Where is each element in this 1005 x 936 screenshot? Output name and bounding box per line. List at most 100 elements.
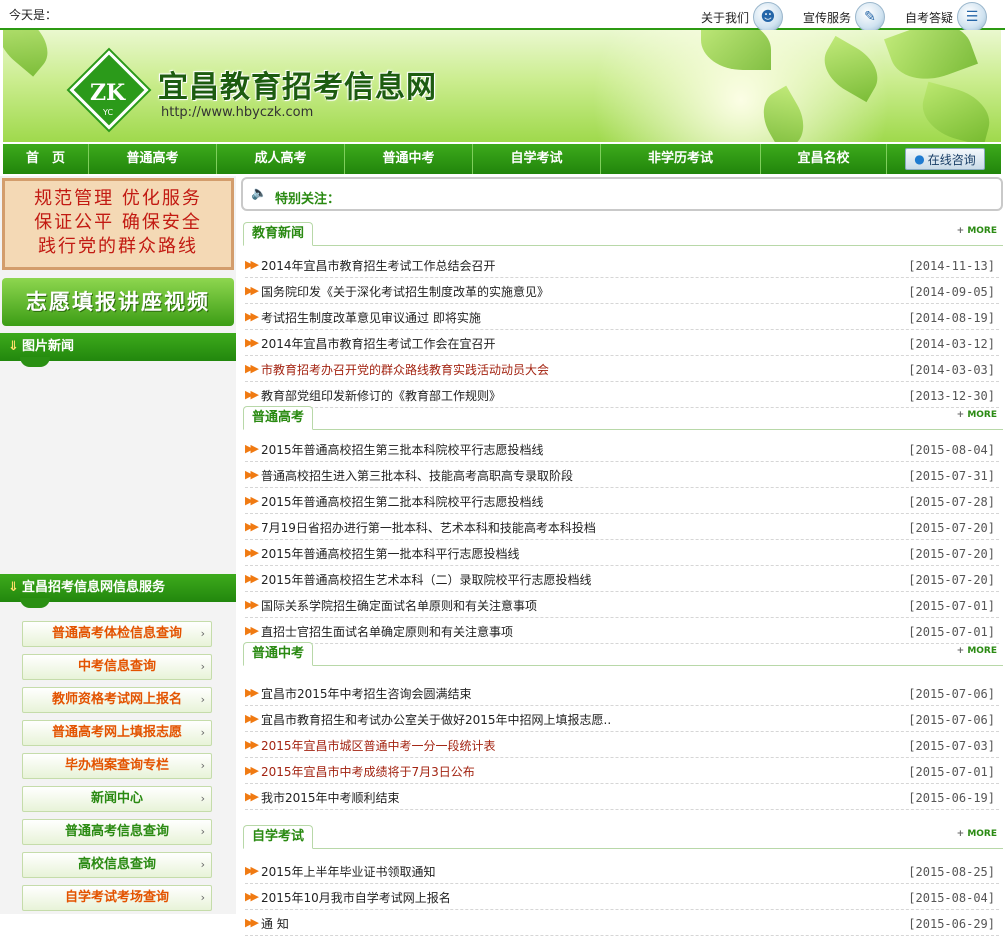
news-title-link[interactable]: 2015年普通高校招生第三批本科院校平行志愿投档线 bbox=[261, 441, 544, 458]
double-arrow-icon: ▶▶ bbox=[245, 336, 259, 349]
more-link[interactable]: + MORE bbox=[957, 226, 997, 236]
news-date: [2014-09-05] bbox=[908, 285, 995, 299]
double-arrow-icon: ▶▶ bbox=[245, 712, 259, 725]
volunteer-video-button[interactable]: 志愿填报讲座视频 bbox=[2, 278, 234, 326]
service-link[interactable]: 毕办档案查询专栏 › bbox=[22, 753, 212, 779]
news-title-link[interactable]: 宜昌市教育招生和考试办公室关于做好2015年中招网上填报志愿.. bbox=[261, 711, 611, 728]
chevron-right-icon: › bbox=[200, 759, 205, 772]
about-us-link[interactable]: 关于我们 ☻ bbox=[701, 2, 783, 32]
news-title-link[interactable]: 2015年宜昌市中考成绩将于7月3日公布 bbox=[261, 763, 475, 780]
service-link[interactable]: 新闻中心 › bbox=[22, 786, 212, 812]
nav-home[interactable]: 首 页 bbox=[3, 144, 89, 174]
news-title-link[interactable]: 2015年10月我市自学考试网上报名 bbox=[261, 889, 451, 906]
chevron-right-icon: › bbox=[200, 693, 205, 706]
top-links: 关于我们 ☻ 宣传服务 ✎ 自考答疑 ☰ bbox=[701, 2, 987, 32]
section-header: 普通中考 + MORE bbox=[243, 642, 1003, 666]
nav-famous-schools[interactable]: 宜昌名校 bbox=[761, 144, 887, 174]
service-link[interactable]: 中考信息查询 › bbox=[22, 654, 212, 680]
news-row: ▶▶ 宜昌市2015年中考招生咨询会圆满结束 [2015-07-06] bbox=[245, 680, 999, 706]
photo-news-label: 图片新闻 bbox=[22, 339, 75, 354]
news-title-link[interactable]: 通 知 bbox=[261, 915, 289, 932]
news-title-link[interactable]: 宜昌市2015年中考招生咨询会圆满结束 bbox=[261, 685, 472, 702]
news-row: ▶▶ 2014年宜昌市教育招生考试工作总结会召开 [2014-11-13] bbox=[245, 252, 999, 278]
news-title-link[interactable]: 考试招生制度改革意见审议通过 即将实施 bbox=[261, 309, 481, 326]
news-title-link[interactable]: 2015年上半年毕业证书领取通知 bbox=[261, 863, 436, 880]
more-link[interactable]: + MORE bbox=[957, 829, 997, 839]
section-tab[interactable]: 教育新闻 bbox=[243, 222, 314, 246]
news-row: ▶▶ 国务院印发《关于深化考试招生制度改革的实施意见》 [2014-09-05] bbox=[245, 278, 999, 304]
nav-adult-exam[interactable]: 成人高考 bbox=[217, 144, 345, 174]
nav-middle-exam[interactable]: 普通中考 bbox=[345, 144, 473, 174]
chevron-right-icon: › bbox=[200, 726, 205, 739]
news-title-link[interactable]: 我市2015年中考顺利结束 bbox=[261, 789, 400, 806]
news-title-link[interactable]: 2015年普通高校招生第二批本科院校平行志愿投档线 bbox=[261, 493, 544, 510]
header-tab-decoration bbox=[20, 357, 50, 367]
online-consult-label: 在线咨询 bbox=[927, 152, 976, 167]
news-title-link[interactable]: 国际关系学院招生确定面试名单原则和有关注意事项 bbox=[261, 597, 537, 614]
nav-college-exam[interactable]: 普通高考 bbox=[89, 144, 217, 174]
slogan-line: 践行党的群众路线 bbox=[38, 236, 198, 257]
service-link[interactable]: 高校信息查询 › bbox=[22, 852, 212, 878]
section-tab[interactable]: 普通高考 bbox=[243, 406, 314, 430]
plus-icon: + bbox=[956, 646, 968, 656]
news-title-link[interactable]: 教育部党组印发新修订的《教育部工作规则》 bbox=[261, 387, 501, 404]
site-logo[interactable]: ZK YC bbox=[69, 50, 149, 130]
news-title-link[interactable]: 2015年宜昌市城区普通中考一分一段统计表 bbox=[261, 737, 496, 754]
today-label: 今天是： bbox=[9, 8, 58, 22]
news-row: ▶▶ 我市2015年中考顺利结束 [2015-06-19] bbox=[245, 784, 999, 810]
section-header: 普通高考 + MORE bbox=[243, 406, 1003, 430]
service-link[interactable]: 普通高考网上填报志愿 › bbox=[22, 720, 212, 746]
service-link[interactable]: 普通高考体检信息查询 › bbox=[22, 621, 212, 647]
news-title-link[interactable]: 市教育招考办召开党的群众路线教育实践活动动员大会 bbox=[261, 361, 549, 378]
news-date: [2015-06-19] bbox=[908, 791, 995, 805]
slogan-banner: 规范管理 优化服务 保证公平 确保安全 践行党的群众路线 bbox=[2, 178, 234, 270]
service-link[interactable]: 自学考试考场查询 › bbox=[22, 885, 212, 911]
more-link[interactable]: + MORE bbox=[957, 410, 997, 420]
site-banner: ZK YC 宜昌教育招考信息网 http://www.hbyczk.com bbox=[3, 30, 1001, 142]
news-row: ▶▶ 直招士官招生面试名单确定原则和有关注意事项 [2015-07-01] bbox=[245, 618, 999, 644]
chevron-right-icon: › bbox=[200, 792, 205, 805]
news-row: ▶▶ 2015年上半年毕业证书领取通知 [2015-08-25] bbox=[245, 858, 999, 884]
news-title-link[interactable]: 2015年普通高校招生第一批本科平行志愿投档线 bbox=[261, 545, 520, 562]
online-consult-button[interactable]: ● 在线咨询 bbox=[905, 148, 985, 170]
double-arrow-icon: ▶▶ bbox=[245, 598, 259, 611]
chevron-right-icon: › bbox=[200, 825, 205, 838]
double-arrow-icon: ▶▶ bbox=[245, 864, 259, 877]
section-tab[interactable]: 自学考试 bbox=[243, 825, 314, 849]
top-bar: 今天是： 关于我们 ☻ 宣传服务 ✎ 自考答疑 ☰ bbox=[0, 0, 1005, 32]
news-row: ▶▶ 2015年宜昌市城区普通中考一分一段统计表 [2015-07-03] bbox=[245, 732, 999, 758]
news-title-link[interactable]: 国务院印发《关于深化考试招生制度改革的实施意见》 bbox=[261, 283, 549, 300]
news-date: [2015-07-01] bbox=[908, 625, 995, 639]
news-title-link[interactable]: 2014年宜昌市教育招生考试工作总结会召开 bbox=[261, 257, 496, 274]
self-exam-faq-link[interactable]: 自考答疑 ☰ bbox=[905, 2, 987, 32]
service-label: 毕办档案查询专栏 bbox=[64, 758, 169, 773]
double-arrow-icon: ▶▶ bbox=[245, 764, 259, 777]
service-link[interactable]: 普通高考信息查询 › bbox=[22, 819, 212, 845]
nav-non-degree-exam[interactable]: 非学历考试 bbox=[601, 144, 761, 174]
double-arrow-icon: ▶▶ bbox=[245, 284, 259, 297]
news-date: [2015-07-31] bbox=[908, 469, 995, 483]
news-date: [2015-08-04] bbox=[908, 443, 995, 457]
service-label: 普通高考体检信息查询 bbox=[51, 626, 182, 641]
news-title-link[interactable]: 普通高校招生进入第三批本科、技能高考高职高专录取阶段 bbox=[261, 467, 573, 484]
news-date: [2014-11-13] bbox=[908, 259, 995, 273]
news-date: [2014-03-12] bbox=[908, 337, 995, 351]
news-date: [2015-07-06] bbox=[908, 687, 995, 701]
service-link[interactable]: 教师资格考试网上报名 › bbox=[22, 687, 212, 713]
nav-self-study-exam[interactable]: 自学考试 bbox=[473, 144, 601, 174]
more-label: MORE bbox=[967, 410, 997, 420]
photo-news-header: ⇓ 图片新闻 bbox=[0, 333, 236, 367]
service-label: 普通高考网上填报志愿 bbox=[51, 725, 182, 740]
double-arrow-icon: ▶▶ bbox=[245, 494, 259, 507]
section-tab[interactable]: 普通中考 bbox=[243, 642, 314, 666]
news-title-link[interactable]: 2015年普通高校招生艺术本科（二）录取院校平行志愿投档线 bbox=[261, 571, 592, 588]
news-title-link[interactable]: 2014年宜昌市教育招生考试工作会在宜召开 bbox=[261, 335, 496, 352]
more-link[interactable]: + MORE bbox=[957, 646, 997, 656]
folder-icon: ☰ bbox=[957, 2, 987, 32]
publicity-service-link[interactable]: 宣传服务 ✎ bbox=[803, 2, 885, 32]
news-title-link[interactable]: 7月19日省招办进行第一批本科、艺术本科和技能高考本科投档 bbox=[261, 519, 596, 536]
news-row: ▶▶ 考试招生制度改革意见审议通过 即将实施 [2014-08-19] bbox=[245, 304, 999, 330]
news-row: ▶▶ 2015年普通高校招生第三批本科院校平行志愿投档线 [2015-08-04] bbox=[245, 436, 999, 462]
news-title-link[interactable]: 直招士官招生面试名单确定原则和有关注意事项 bbox=[261, 623, 513, 640]
chevron-right-icon: › bbox=[200, 627, 205, 640]
